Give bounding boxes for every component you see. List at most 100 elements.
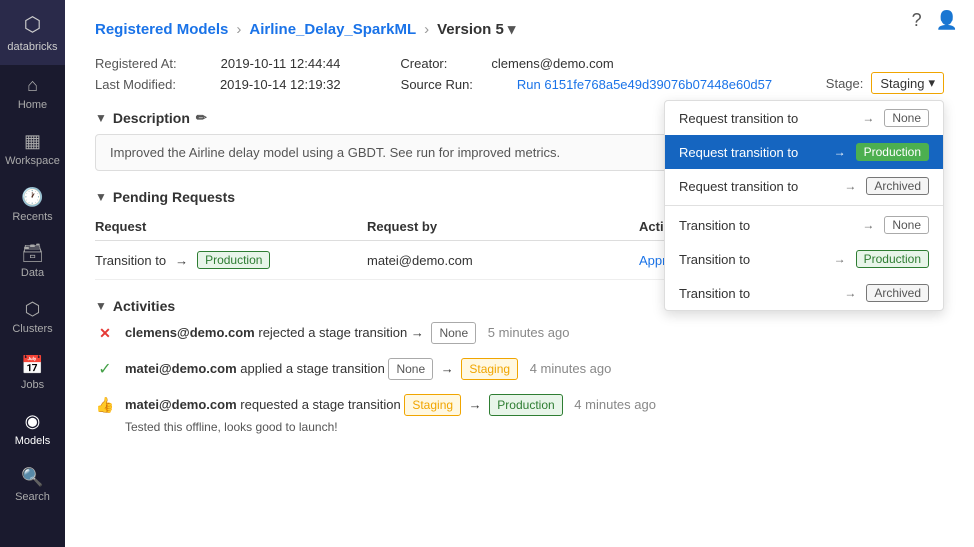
- user-icon[interactable]: 👤: [936, 10, 958, 31]
- dropdown-item-request-archived[interactable]: Request transition to → Archived: [665, 169, 943, 203]
- transition-prefix: Transition to: [95, 253, 166, 268]
- activity-icon-x: ✕: [95, 323, 115, 343]
- x-icon: ✕: [99, 325, 111, 342]
- activities-toggle-icon: ▼: [95, 299, 107, 313]
- sidebar-item-search[interactable]: 🔍 Search: [0, 457, 65, 513]
- from-staging-badge: Staging: [404, 394, 461, 416]
- arrow-icon: →: [862, 218, 874, 232]
- activity-sub: Tested this offline, looks good to launc…: [125, 418, 656, 436]
- description-text: Improved the Airline delay model using a…: [110, 145, 560, 160]
- version-dropdown-icon[interactable]: ▾: [508, 20, 516, 38]
- breadcrumb-sep1: ›: [236, 21, 241, 38]
- activity-actor: matei@demo.com: [125, 397, 237, 412]
- sidebar-brand[interactable]: ⬡ databricks: [0, 0, 65, 65]
- sidebar-item-home[interactable]: ⌂ Home: [0, 65, 65, 121]
- dropdown-item-label: Request transition to: [679, 111, 852, 126]
- data-icon: 🗃: [21, 243, 44, 264]
- stage-dropdown[interactable]: Staging ▾: [871, 72, 944, 94]
- request-badge: Production: [197, 251, 270, 269]
- registered-at-label: Registered At:: [95, 56, 177, 71]
- thumbsup-icon: 👍: [96, 396, 115, 414]
- dropdown-divider: [665, 205, 943, 206]
- description-toggle-icon: ▼: [95, 111, 107, 125]
- activity-icon-thumb: 👍: [95, 395, 115, 415]
- dropdown-item-label: Transition to: [679, 252, 824, 267]
- activities-section: ▼ Activities ✕ clemens@demo.com rejected…: [95, 298, 944, 436]
- sidebar-item-workspace[interactable]: ▦ Workspace: [0, 121, 65, 177]
- to-staging-badge: Staging: [461, 358, 518, 380]
- stage-chevron-icon: ▾: [928, 75, 935, 91]
- dropdown-item-transition-production[interactable]: Transition to → Production: [665, 242, 943, 276]
- last-modified-value: 2019-10-14 12:19:32: [220, 77, 341, 92]
- home-icon: ⌂: [27, 75, 38, 96]
- breadcrumb-model[interactable]: Airline_Delay_SparkML: [249, 21, 416, 38]
- breadcrumb-root[interactable]: Registered Models: [95, 21, 228, 38]
- production-badge: Production: [856, 143, 929, 161]
- arrow-icon: →: [834, 252, 846, 266]
- dropdown-item-transition-none[interactable]: Transition to → None: [665, 208, 943, 242]
- activity-content-1: clemens@demo.com rejected a stage transi…: [125, 322, 569, 344]
- source-run-link[interactable]: Run 6151fe768a5e49d39076b07448e60d57: [517, 77, 772, 92]
- arrow-icon: →: [834, 145, 846, 159]
- arrow-icon: →: [175, 253, 188, 268]
- dropdown-item-label: Request transition to: [679, 145, 824, 160]
- check-icon: ✓: [98, 359, 111, 379]
- arrow-icon: →: [862, 111, 874, 125]
- request-by-cell: matei@demo.com: [367, 253, 639, 268]
- activity-actor: clemens@demo.com: [125, 325, 255, 340]
- sidebar-item-label: Clusters: [12, 323, 52, 335]
- activity-time: 5 minutes ago: [488, 325, 570, 340]
- help-icon[interactable]: ?: [912, 10, 922, 31]
- archived-badge: Archived: [866, 177, 929, 195]
- stage-current-value: Staging: [880, 76, 924, 91]
- activity-time: 4 minutes ago: [530, 361, 612, 376]
- sidebar-item-label: Models: [15, 435, 50, 447]
- registered-at-value: 2019-10-11 12:44:44: [221, 56, 341, 71]
- archived-badge: Archived: [866, 284, 929, 302]
- activity-content-2: matei@demo.com applied a stage transitio…: [125, 358, 611, 380]
- sidebar-item-label: Jobs: [21, 379, 44, 391]
- production-badge: Production: [856, 250, 929, 268]
- sidebar-item-label: Home: [18, 99, 47, 111]
- arrow-icon: →: [411, 325, 424, 340]
- sidebar-item-clusters[interactable]: ⬡ Clusters: [0, 289, 65, 345]
- last-modified-label: Last Modified:: [95, 77, 176, 92]
- sidebar-item-label: Workspace: [5, 155, 60, 167]
- sidebar-item-label: Search: [15, 491, 50, 503]
- dropdown-item-transition-archived[interactable]: Transition to → Archived: [665, 276, 943, 310]
- activity-time: 4 minutes ago: [574, 397, 656, 412]
- brand-label: databricks: [7, 41, 57, 53]
- sidebar-item-data[interactable]: 🗃 Data: [0, 233, 65, 289]
- dropdown-item-request-production[interactable]: Request transition to → Production: [665, 135, 943, 169]
- source-run-label: Source Run:: [401, 77, 473, 92]
- sidebar-item-jobs[interactable]: 📅 Jobs: [0, 345, 65, 401]
- breadcrumb: Registered Models › Airline_Delay_SparkM…: [95, 20, 944, 38]
- activity-content-3: matei@demo.com requested a stage transit…: [125, 394, 656, 436]
- main-content: ? 👤 Registered Models › Airline_Delay_Sp…: [65, 0, 974, 547]
- sidebar-item-label: Recents: [12, 211, 52, 223]
- breadcrumb-version[interactable]: Version 5 ▾: [437, 20, 515, 38]
- creator-value: clemens@demo.com: [491, 56, 613, 71]
- arrow-icon: →: [844, 179, 856, 193]
- databricks-icon: ⬡: [24, 12, 41, 37]
- creator-label: Creator:: [400, 56, 447, 71]
- clusters-icon: ⬡: [25, 299, 41, 320]
- sidebar: ⬡ databricks ⌂ Home ▦ Workspace 🕐 Recent…: [0, 0, 65, 547]
- request-cell: Transition to → Production: [95, 251, 367, 269]
- edit-description-icon[interactable]: ✏: [196, 110, 207, 126]
- dropdown-item-request-none[interactable]: Request transition to → None: [665, 101, 943, 135]
- to-none-badge: None: [431, 322, 476, 344]
- arrow-icon: →: [844, 286, 856, 300]
- activities-label: Activities: [113, 298, 175, 314]
- col-header-request: Request: [95, 219, 367, 234]
- activity-item-1: ✕ clemens@demo.com rejected a stage tran…: [95, 322, 944, 344]
- activity-icon-check: ✓: [95, 359, 115, 379]
- sidebar-item-models[interactable]: ◉ Models: [0, 401, 65, 457]
- sidebar-item-recents[interactable]: 🕐 Recents: [0, 177, 65, 233]
- pending-requests-label: Pending Requests: [113, 189, 235, 205]
- none-badge: None: [884, 109, 929, 127]
- arrow-icon: →: [469, 397, 482, 412]
- header-actions: ? 👤: [912, 10, 958, 31]
- activity-action: rejected a stage transition: [258, 325, 410, 340]
- search-icon: 🔍: [21, 467, 43, 488]
